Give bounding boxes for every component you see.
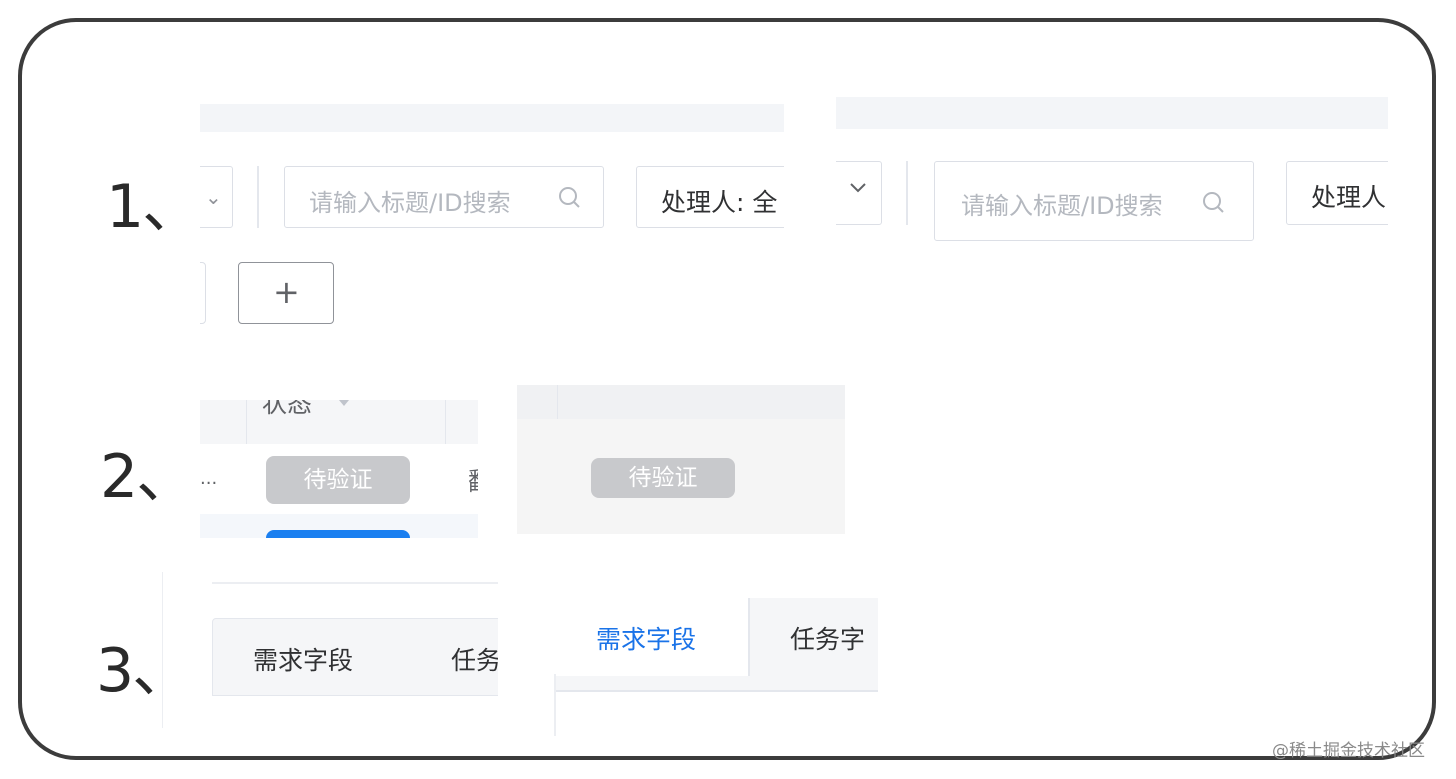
toolbar-before: ⌄ 请输入标题/ID搜索 处理人: 全 + — [200, 104, 784, 324]
divider — [906, 161, 908, 225]
step-number-2: 2、 — [100, 442, 196, 512]
watermark: @稀土掘金技术社区 — [1272, 741, 1425, 761]
divider — [257, 166, 259, 228]
tab-task-fields[interactable]: 任务字 — [790, 620, 865, 656]
step-number-1: 1、 — [106, 172, 202, 242]
filter-select[interactable] — [836, 161, 882, 225]
assignee-label: 处理人: 全 — [661, 188, 778, 217]
search-placeholder: 请输入标题/ID搜索 — [309, 189, 511, 217]
tabs-after: 需求字段 任务字 — [548, 584, 878, 736]
header-strip — [200, 104, 784, 132]
column-divider — [246, 400, 247, 444]
table-before: 状态 ... 待验证 翻 — [200, 400, 478, 538]
prev-button[interactable] — [200, 262, 206, 324]
assignee-select[interactable]: 处理人 — [1286, 161, 1388, 225]
tabs-before: 需求字段 任务 — [162, 572, 498, 728]
search-input[interactable]: 请输入标题/ID搜索 — [934, 161, 1254, 241]
tab-divider — [748, 598, 750, 676]
assignee-select[interactable]: 处理人: 全 — [636, 166, 784, 228]
status-badge[interactable]: 待验证 — [266, 456, 410, 504]
chevron-down-icon — [847, 176, 869, 198]
search-icon — [557, 185, 583, 211]
column-divider — [557, 385, 558, 419]
tab-task-fields[interactable]: 任务 — [451, 641, 498, 677]
toolbar-after: 请输入标题/ID搜索 处理人 — [836, 97, 1388, 247]
tab-bar: 需求字段 任务字 — [556, 598, 878, 692]
status-badge[interactable]: 待验证 — [591, 458, 735, 498]
tab-requirement-fields[interactable]: 需求字段 — [596, 620, 696, 656]
table-row — [200, 514, 478, 538]
table-after: 待验证 — [517, 385, 845, 534]
search-icon — [1201, 190, 1227, 216]
column-divider — [445, 400, 446, 444]
sort-caret-icon[interactable] — [334, 400, 354, 406]
search-input[interactable]: 请输入标题/ID搜索 — [284, 166, 604, 228]
table-row: ... 待验证 翻 — [200, 444, 478, 514]
tab-requirement-fields-active[interactable]: 需求字段 — [556, 598, 748, 676]
table-header — [517, 385, 845, 419]
add-button[interactable]: + — [238, 262, 334, 324]
table-header — [200, 400, 478, 444]
status-badge-blue[interactable] — [266, 530, 410, 538]
left-rule — [162, 572, 163, 728]
chevron-down-icon: ⌄ — [205, 185, 222, 209]
search-placeholder: 请输入标题/ID搜索 — [961, 192, 1163, 220]
status-column-header[interactable]: 状态 — [262, 400, 312, 420]
tab-bar: 需求字段 任务 — [212, 618, 498, 696]
top-rule — [212, 582, 498, 584]
assignee-label: 处理人 — [1311, 183, 1387, 212]
cell-ellipsis: ... — [200, 468, 218, 489]
plus-icon: + — [273, 273, 300, 311]
tab-requirement-fields[interactable]: 需求字段 — [253, 641, 353, 677]
filter-select[interactable]: ⌄ — [200, 166, 233, 228]
header-strip — [836, 97, 1388, 129]
next-column-fragment: 翻 — [468, 462, 478, 498]
